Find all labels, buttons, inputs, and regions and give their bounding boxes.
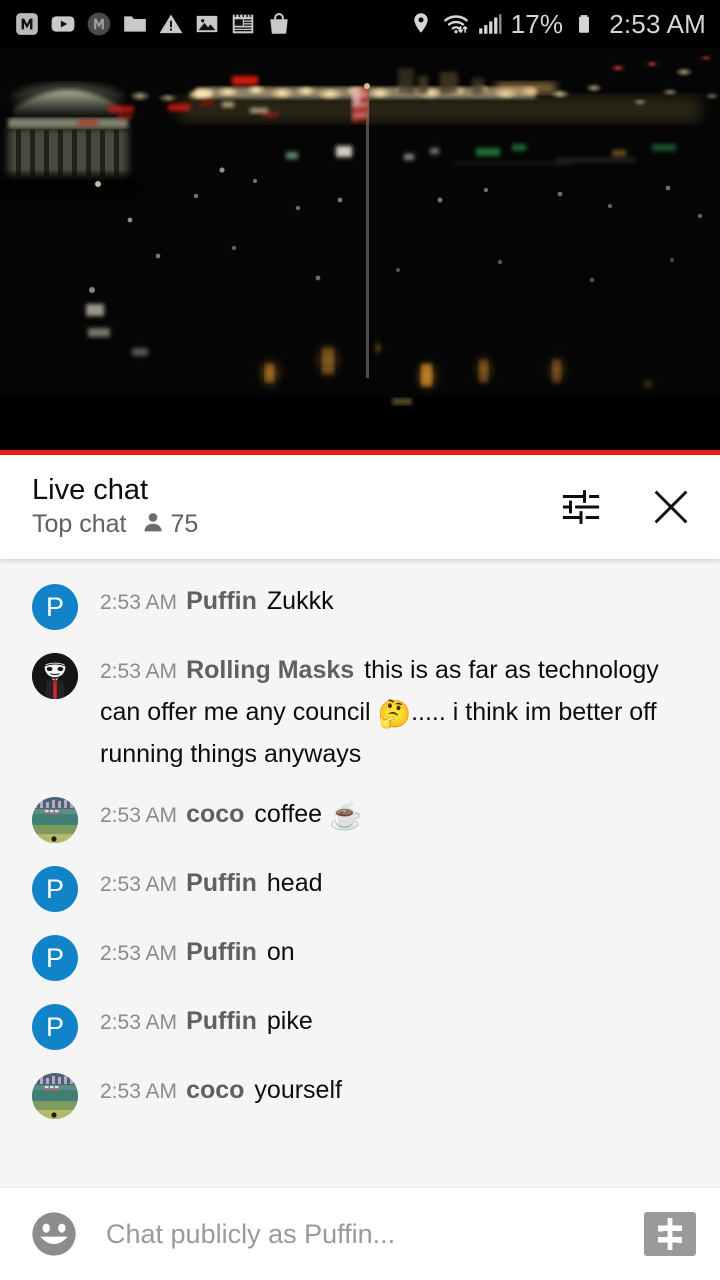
status-bar-time: 2:53 AM <box>609 9 706 39</box>
message-text: pike <box>266 1007 313 1035</box>
video-player[interactable] <box>0 48 720 450</box>
avatar-letter: P <box>45 873 64 904</box>
avatar[interactable]: P <box>32 1004 78 1050</box>
warning-icon <box>158 11 184 37</box>
avatar[interactable]: P <box>32 935 78 981</box>
status-bar: 17% 2:53 AM <box>0 0 720 48</box>
message-body: 2:53 AM Puffin on <box>100 932 696 974</box>
message-author[interactable]: Puffin <box>186 587 257 615</box>
message-author[interactable]: Rolling Masks <box>186 656 354 684</box>
avatar[interactable] <box>32 653 78 699</box>
wifi-icon <box>443 11 469 37</box>
message-timestamp: 2:53 AM <box>100 804 178 827</box>
tune-icon[interactable] <box>558 484 604 530</box>
hot-beverage-emoji: ☕ <box>329 801 363 831</box>
cellular-signal-icon <box>477 11 503 37</box>
message-text: yourself <box>254 1076 342 1104</box>
viewer-count: 75 <box>141 510 199 539</box>
viewer-count-number: 75 <box>170 510 199 539</box>
chat-message-list[interactable]: P 2:53 AM Puffin Zukkk 2:53 AM Rolling M… <box>0 559 720 1187</box>
status-bar-notifications <box>14 11 292 37</box>
avatar[interactable]: P <box>32 866 78 912</box>
message-author[interactable]: Puffin <box>186 1007 257 1035</box>
shopping-bag-icon <box>266 11 292 37</box>
page-title: Live chat <box>32 473 149 506</box>
chat-message[interactable]: P 2:53 AM Puffin head <box>0 853 720 922</box>
avatar[interactable]: P <box>32 584 78 630</box>
message-timestamp: 2:53 AM <box>100 591 178 614</box>
chat-message[interactable]: 2:53 AM coco yourself <box>0 1060 720 1129</box>
youtube-icon <box>50 11 76 37</box>
chat-message[interactable]: P 2:53 AM Puffin pike <box>0 991 720 1060</box>
avatar[interactable] <box>32 1073 78 1119</box>
video-frame <box>0 48 720 450</box>
chat-title-group: Live chat Top chat 75 <box>32 473 198 539</box>
message-text: head <box>266 869 323 897</box>
chat-message[interactable]: 2:53 AM Rolling Masks this is as far as te… <box>0 640 720 784</box>
battery-percent: 17% <box>510 9 564 39</box>
message-body: 2:53 AM coco coffee ☕ <box>100 794 696 836</box>
location-pin-icon <box>409 11 435 37</box>
message-timestamp: 2:53 AM <box>100 942 178 965</box>
ballpark-avatar <box>32 1073 78 1119</box>
message-author[interactable]: Puffin <box>186 938 257 966</box>
live-chat-screen: 17% 2:53 AM Live chat Top chat 75 P 2:53… <box>0 0 720 1280</box>
message-body: 2:53 AM Rolling Masks this is as far as te… <box>100 650 696 774</box>
status-bar-system: 17% 2:53 AM <box>409 11 706 37</box>
message-text: Zukkk <box>266 587 334 615</box>
message-timestamp: 2:53 AM <box>100 1080 178 1103</box>
chat-message[interactable]: P 2:53 AM Puffin Zukkk <box>0 571 720 640</box>
emoji-smiley-icon[interactable] <box>28 1208 80 1260</box>
chat-message[interactable]: 2:53 AM coco coffee ☕ <box>0 784 720 853</box>
photo-icon <box>194 11 220 37</box>
thinking-face-emoji: 🤔 <box>377 699 412 729</box>
news-icon <box>230 11 256 37</box>
avatar-letter: P <box>45 1011 64 1042</box>
avatar-letter: P <box>45 591 64 622</box>
message-body: 2:53 AM Puffin head <box>100 863 696 905</box>
message-body: 2:53 AM Puffin pike <box>100 1001 696 1043</box>
chat-message[interactable]: P 2:53 AM Puffin on <box>0 922 720 991</box>
monzo-dark-icon <box>86 11 112 37</box>
close-icon[interactable] <box>648 484 694 530</box>
message-text: coffee <box>254 800 330 828</box>
message-timestamp: 2:53 AM <box>100 1011 178 1034</box>
chat-input[interactable] <box>106 1218 628 1250</box>
avatar-letter: P <box>45 942 64 973</box>
person-icon <box>141 510 165 539</box>
message-body: 2:53 AM coco yourself <box>100 1070 696 1112</box>
ballpark-avatar <box>32 797 78 843</box>
battery-icon <box>573 11 599 37</box>
message-timestamp: 2:53 AM <box>100 660 178 683</box>
message-text: on <box>266 938 295 966</box>
chat-mode-label[interactable]: Top chat <box>32 512 127 537</box>
dollar-icon[interactable] <box>644 1212 696 1256</box>
message-body: 2:53 AM Puffin Zukkk <box>100 581 696 623</box>
anonymous-mask-avatar <box>32 653 78 699</box>
live-chat-header: Live chat Top chat 75 <box>0 455 720 559</box>
monzo-icon <box>14 11 40 37</box>
chat-subtitle-row: Top chat 75 <box>32 510 198 539</box>
message-timestamp: 2:53 AM <box>100 873 178 896</box>
chat-input-bar <box>0 1187 720 1280</box>
chat-header-actions <box>558 484 694 530</box>
avatar[interactable] <box>32 797 78 843</box>
message-author[interactable]: Puffin <box>186 869 257 897</box>
message-author[interactable]: coco <box>186 1076 244 1104</box>
message-author[interactable]: coco <box>186 800 244 828</box>
folder-icon <box>122 11 148 37</box>
